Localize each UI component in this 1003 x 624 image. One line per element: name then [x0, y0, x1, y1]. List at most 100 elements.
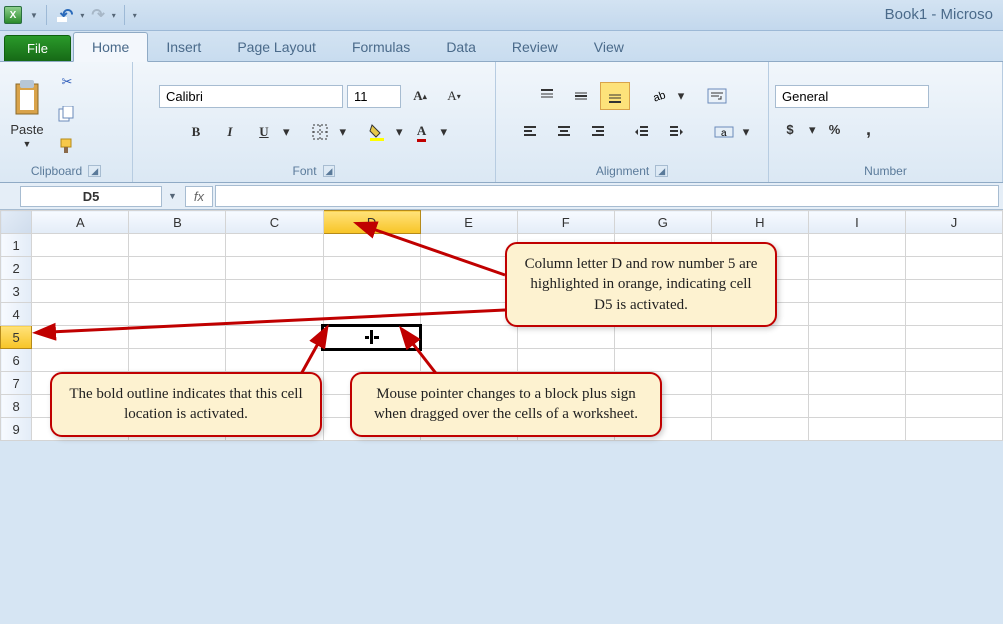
cell-J9[interactable] [905, 418, 1002, 441]
cell-C3[interactable] [226, 280, 323, 303]
cell-E3[interactable] [420, 280, 517, 303]
currency-dropdown-icon[interactable]: ▾ [809, 122, 816, 138]
cell-A2[interactable] [32, 257, 129, 280]
tab-data[interactable]: Data [428, 33, 494, 61]
cell-I8[interactable] [808, 395, 905, 418]
cell-B6[interactable] [129, 349, 226, 372]
name-box[interactable]: D5 [20, 186, 162, 207]
col-header-B[interactable]: B [129, 211, 226, 234]
row-header-2[interactable]: 2 [1, 257, 32, 280]
cell-B4[interactable] [129, 303, 226, 326]
col-header-C[interactable]: C [226, 211, 323, 234]
cell-B5[interactable] [129, 326, 226, 349]
cut-icon[interactable]: ✂ [52, 68, 82, 96]
paste-button[interactable]: Paste ▼ [6, 78, 48, 151]
currency-button[interactable]: $ [775, 116, 805, 144]
font-size-input[interactable] [347, 85, 401, 108]
cell-A1[interactable] [32, 234, 129, 257]
cell-H9[interactable] [711, 418, 808, 441]
cell-I1[interactable] [808, 234, 905, 257]
cell-D3[interactable] [323, 280, 420, 303]
col-header-E[interactable]: E [420, 211, 517, 234]
qat-customize-icon[interactable]: ▾ [133, 11, 137, 20]
percent-button[interactable]: % [820, 116, 850, 144]
fill-dropdown-icon[interactable]: ▾ [396, 124, 403, 140]
alignment-dialog-launcher-icon[interactable]: ◢ [655, 165, 668, 177]
wrap-text-icon[interactable] [702, 82, 732, 110]
excel-app-icon[interactable]: X [4, 6, 22, 24]
increase-indent-icon[interactable] [661, 118, 691, 146]
cell-J8[interactable] [905, 395, 1002, 418]
select-all-corner[interactable] [1, 211, 32, 234]
cell-F6[interactable] [517, 349, 614, 372]
cell-J2[interactable] [905, 257, 1002, 280]
cell-I6[interactable] [808, 349, 905, 372]
row-header-1[interactable]: 1 [1, 234, 32, 257]
col-header-I[interactable]: I [808, 211, 905, 234]
chevron-down-icon[interactable]: ▼ [23, 139, 32, 149]
orientation-dropdown-icon[interactable]: ▾ [678, 88, 685, 104]
cell-C5[interactable] [226, 326, 323, 349]
copy-icon[interactable] [52, 100, 82, 128]
cell-A4[interactable] [32, 303, 129, 326]
underline-button[interactable]: U [249, 118, 279, 146]
align-top-icon[interactable] [532, 82, 562, 110]
cell-B1[interactable] [129, 234, 226, 257]
cell-J3[interactable] [905, 280, 1002, 303]
cell-F5[interactable] [517, 326, 614, 349]
cell-H7[interactable] [711, 372, 808, 395]
row-header-4[interactable]: 4 [1, 303, 32, 326]
row-header-6[interactable]: 6 [1, 349, 32, 372]
cell-A3[interactable] [32, 280, 129, 303]
tab-view[interactable]: View [576, 33, 642, 61]
comma-button[interactable]: , [854, 116, 884, 144]
cell-J4[interactable] [905, 303, 1002, 326]
row-header-5[interactable]: 5 [1, 326, 32, 349]
cell-D4[interactable] [323, 303, 420, 326]
col-header-G[interactable]: G [614, 211, 711, 234]
row-header-3[interactable]: 3 [1, 280, 32, 303]
orientation-icon[interactable]: ab [644, 82, 674, 110]
undo-dropdown-icon[interactable]: ▾ [80, 11, 84, 20]
cell-B3[interactable] [129, 280, 226, 303]
cell-J5[interactable] [905, 326, 1002, 349]
clipboard-dialog-launcher-icon[interactable]: ◢ [88, 165, 101, 177]
tab-insert[interactable]: Insert [148, 33, 219, 61]
cell-C6[interactable] [226, 349, 323, 372]
col-header-F[interactable]: F [517, 211, 614, 234]
worksheet-grid[interactable]: ABCDEFGHIJ123456789 Column letter D and … [0, 210, 1003, 441]
align-middle-icon[interactable] [566, 82, 596, 110]
cell-C1[interactable] [226, 234, 323, 257]
tab-page-layout[interactable]: Page Layout [219, 33, 334, 61]
tab-file[interactable]: File [4, 35, 71, 61]
font-dialog-launcher-icon[interactable]: ◢ [323, 165, 336, 177]
cell-I3[interactable] [808, 280, 905, 303]
underline-dropdown-icon[interactable]: ▾ [283, 124, 290, 140]
namebox-dropdown-icon[interactable]: ▼ [168, 191, 177, 201]
merge-dropdown-icon[interactable]: ▾ [743, 124, 750, 140]
col-header-J[interactable]: J [905, 211, 1002, 234]
borders-dropdown-icon[interactable]: ▾ [339, 124, 346, 140]
cell-I9[interactable] [808, 418, 905, 441]
merge-center-icon[interactable]: a [709, 118, 739, 146]
cell-A5[interactable] [32, 326, 129, 349]
italic-button[interactable]: I [215, 118, 245, 146]
cell-H5[interactable] [711, 326, 808, 349]
font-name-input[interactable] [159, 85, 343, 108]
cell-G6[interactable] [614, 349, 711, 372]
align-right-icon[interactable] [583, 118, 613, 146]
cell-H6[interactable] [711, 349, 808, 372]
cell-D5[interactable] [323, 326, 420, 349]
cell-G5[interactable] [614, 326, 711, 349]
cell-D6[interactable] [323, 349, 420, 372]
cell-H8[interactable] [711, 395, 808, 418]
number-format-input[interactable] [775, 85, 929, 108]
col-header-A[interactable]: A [32, 211, 129, 234]
cell-J7[interactable] [905, 372, 1002, 395]
cell-I4[interactable] [808, 303, 905, 326]
cell-J1[interactable] [905, 234, 1002, 257]
formula-input[interactable] [215, 185, 999, 207]
fx-button[interactable]: fx [185, 186, 213, 207]
decrease-font-icon[interactable]: A▾ [439, 82, 469, 110]
undo-icon[interactable]: ↶ [60, 5, 73, 25]
